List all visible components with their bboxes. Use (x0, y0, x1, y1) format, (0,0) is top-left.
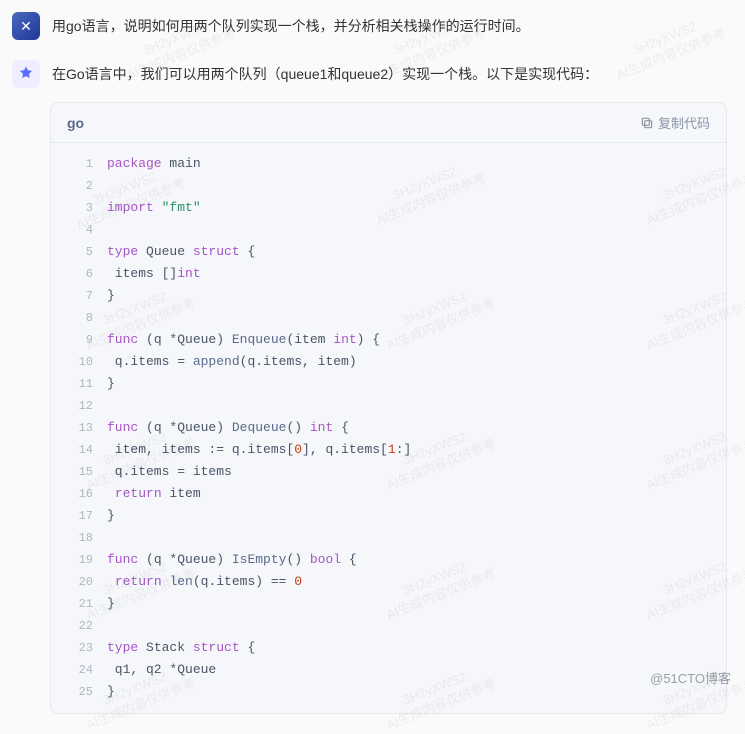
code-line: 15 q.items = items (51, 461, 726, 483)
line-number: 20 (67, 571, 93, 593)
code-line: 1package main (51, 153, 726, 175)
user-avatar: ✕ (12, 12, 40, 40)
code-line: 7} (51, 285, 726, 307)
line-number: 13 (67, 417, 93, 439)
line-content: q.items = append(q.items, item) (93, 351, 357, 373)
answer-intro: 在Go语言中，我们可以用两个队列（queue1和queue2）实现一个栈。以下是… (52, 60, 598, 87)
line-number: 22 (67, 615, 93, 637)
line-content: } (93, 285, 115, 307)
copy-code-label: 复制代码 (658, 113, 710, 132)
line-number: 15 (67, 461, 93, 483)
line-number: 7 (67, 285, 93, 307)
answer-row: 在Go语言中，我们可以用两个队列（queue1和queue2）实现一个栈。以下是… (0, 50, 745, 102)
line-content: func (q *Queue) Dequeue() int { (93, 417, 349, 439)
code-header: go 复制代码 (51, 103, 726, 143)
line-content (93, 175, 115, 197)
line-content: func (q *Queue) Enqueue(item int) { (93, 329, 380, 351)
line-number: 6 (67, 263, 93, 285)
line-number: 9 (67, 329, 93, 351)
code-line: 9func (q *Queue) Enqueue(item int) { (51, 329, 726, 351)
code-line: 18 (51, 527, 726, 549)
line-content: item, items := q.items[0], q.items[1:] (93, 439, 411, 461)
code-line: 3import "fmt" (51, 197, 726, 219)
code-line: 22 (51, 615, 726, 637)
line-number: 25 (67, 681, 93, 703)
line-content (93, 395, 115, 417)
bot-avatar-icon (17, 65, 35, 83)
line-content: type Queue struct { (93, 241, 255, 263)
line-content: return item (93, 483, 201, 505)
line-content: } (93, 505, 115, 527)
code-line: 11} (51, 373, 726, 395)
code-line: 12 (51, 395, 726, 417)
line-content: type Stack struct { (93, 637, 255, 659)
copy-icon (640, 116, 654, 130)
bot-avatar (12, 60, 40, 88)
line-number: 24 (67, 659, 93, 681)
line-number: 11 (67, 373, 93, 395)
code-line: 6 items []int (51, 263, 726, 285)
line-number: 23 (67, 637, 93, 659)
footer-credit: @51CTO博客 (650, 668, 731, 687)
line-content: items []int (93, 263, 201, 285)
code-line: 19func (q *Queue) IsEmpty() bool { (51, 549, 726, 571)
line-content (93, 615, 115, 637)
line-content: func (q *Queue) IsEmpty() bool { (93, 549, 357, 571)
question-text: 用go语言，说明如何用两个队列实现一个栈，并分析相关栈操作的运行时间。 (52, 12, 530, 37)
copy-code-button[interactable]: 复制代码 (640, 113, 710, 132)
code-block: go 复制代码 1package main2 3import "fmt"4 5t… (50, 102, 727, 714)
line-number: 5 (67, 241, 93, 263)
code-line: 21} (51, 593, 726, 615)
line-content (93, 219, 115, 241)
line-number: 4 (67, 219, 93, 241)
line-number: 14 (67, 439, 93, 461)
line-number: 12 (67, 395, 93, 417)
code-line: 5type Queue struct { (51, 241, 726, 263)
line-number: 16 (67, 483, 93, 505)
line-number: 21 (67, 593, 93, 615)
code-line: 17} (51, 505, 726, 527)
code-line: 10 q.items = append(q.items, item) (51, 351, 726, 373)
code-line: 23type Stack struct { (51, 637, 726, 659)
line-content: } (93, 681, 115, 703)
code-line: 8 (51, 307, 726, 329)
question-row: ✕ 用go语言，说明如何用两个队列实现一个栈，并分析相关栈操作的运行时间。 (0, 0, 745, 50)
line-content (93, 307, 115, 329)
line-content (93, 527, 115, 549)
code-line: 13func (q *Queue) Dequeue() int { (51, 417, 726, 439)
line-content: import "fmt" (93, 197, 201, 219)
line-number: 18 (67, 527, 93, 549)
code-line: 14 item, items := q.items[0], q.items[1:… (51, 439, 726, 461)
line-number: 10 (67, 351, 93, 373)
line-number: 8 (67, 307, 93, 329)
line-number: 2 (67, 175, 93, 197)
line-content: } (93, 373, 115, 395)
line-content: q1, q2 *Queue (93, 659, 216, 681)
line-content: package main (93, 153, 201, 175)
code-line: 16 return item (51, 483, 726, 505)
line-number: 3 (67, 197, 93, 219)
line-content: } (93, 593, 115, 615)
user-avatar-icon: ✕ (20, 18, 32, 35)
code-line: 2 (51, 175, 726, 197)
code-line: 24 q1, q2 *Queue (51, 659, 726, 681)
line-number: 19 (67, 549, 93, 571)
line-number: 1 (67, 153, 93, 175)
code-line: 4 (51, 219, 726, 241)
line-content: return len(q.items) == 0 (93, 571, 302, 593)
line-content: q.items = items (93, 461, 232, 483)
code-language-label: go (67, 115, 84, 131)
line-number: 17 (67, 505, 93, 527)
code-line: 20 return len(q.items) == 0 (51, 571, 726, 593)
code-line: 25} (51, 681, 726, 703)
code-body[interactable]: 1package main2 3import "fmt"4 5type Queu… (51, 143, 726, 713)
